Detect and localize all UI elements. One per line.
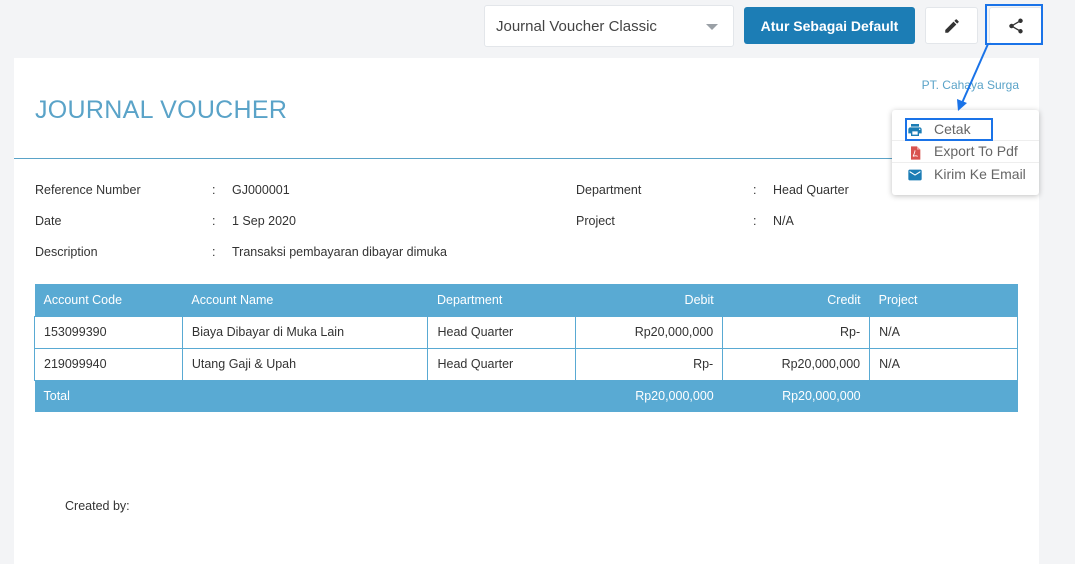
document-title: JOURNAL VOUCHER <box>35 96 288 124</box>
set-default-button[interactable]: Atur Sebagai Default <box>744 7 915 44</box>
column-header: Debit <box>575 284 723 316</box>
project-cell: N/A <box>869 347 1018 381</box>
column-header: Account Name <box>182 284 428 316</box>
project-cell: N/A <box>869 315 1018 349</box>
total-debit: Rp20,000,000 <box>575 380 723 412</box>
field-colon: : <box>753 214 757 228</box>
credit-cell: Rp20,000,000 <box>722 347 871 381</box>
field-colon: : <box>212 214 216 228</box>
email-icon <box>908 169 922 181</box>
field-colon: : <box>212 245 216 259</box>
pdf-icon <box>911 145 921 160</box>
menu-item-export-pdf[interactable]: Export To Pdf <box>892 141 1039 163</box>
account-name-cell: Biaya Dibayar di Muka Lain <box>181 315 429 349</box>
table-row: 153099390 Biaya Dibayar di Muka Lain Hea… <box>34 315 1018 349</box>
account-code-cell: 153099390 <box>34 315 183 349</box>
empty-cell <box>182 380 428 412</box>
field-value: N/A <box>773 214 794 228</box>
field-label: Department <box>576 183 642 197</box>
credit-cell: Rp- <box>722 315 871 349</box>
field-value: Head Quarter <box>773 183 849 197</box>
field-value: Transaksi pembayaran dibayar dimuka <box>232 245 447 259</box>
total-credit: Rp20,000,000 <box>722 380 870 412</box>
debit-cell: Rp- <box>575 347 724 381</box>
column-header: Project <box>869 284 1018 316</box>
total-label: Total <box>34 380 183 412</box>
field-label: Date <box>35 214 62 228</box>
account-name-cell: Utang Gaji & Upah <box>181 347 429 381</box>
template-select[interactable]: Journal Voucher Classic <box>484 5 734 47</box>
column-header: Department <box>427 284 576 316</box>
account-code-cell: 219099940 <box>34 347 183 381</box>
empty-cell <box>869 380 1018 412</box>
field-value: 1 Sep 2020 <box>232 214 296 228</box>
voucher-paper: JOURNAL VOUCHER PT. Cahaya Surga Referen… <box>14 58 1039 564</box>
column-header: Account Code <box>34 284 183 316</box>
menu-item-kirim-email[interactable]: Kirim Ke Email <box>892 163 1039 186</box>
header-divider <box>14 158 1039 159</box>
field-label: Description <box>35 245 98 259</box>
menu-item-label: Kirim Ke Email <box>934 166 1026 183</box>
share-highlight-box <box>985 4 1043 45</box>
table-header-row: Account Code Account Name Department Deb… <box>34 284 1018 316</box>
department-cell: Head Quarter <box>427 347 577 381</box>
chevron-down-icon <box>706 24 718 30</box>
template-select-value: Journal Voucher Classic <box>496 17 657 35</box>
debit-cell: Rp20,000,000 <box>575 315 724 349</box>
field-label: Reference Number <box>35 183 141 197</box>
company-name: PT. Cahaya Surga <box>921 78 1019 92</box>
field-value: GJ000001 <box>232 183 290 197</box>
table-total-row: Total Rp20,000,000 Rp20,000,000 <box>34 380 1018 412</box>
field-label: Project <box>576 214 615 228</box>
voucher-table: Account Code Account Name Department Deb… <box>34 284 1018 412</box>
menu-item-label: Export To Pdf <box>934 143 1018 160</box>
edit-button[interactable] <box>925 7 978 44</box>
field-colon: : <box>212 183 216 197</box>
column-header: Credit <box>722 284 870 316</box>
created-by-label: Created by: <box>65 499 130 513</box>
department-cell: Head Quarter <box>427 315 577 349</box>
pencil-icon <box>944 18 959 33</box>
cetak-highlight-box <box>905 118 993 141</box>
empty-cell <box>427 380 576 412</box>
table-row: 219099940 Utang Gaji & Upah Head Quarter… <box>34 347 1018 381</box>
field-colon: : <box>753 183 757 197</box>
